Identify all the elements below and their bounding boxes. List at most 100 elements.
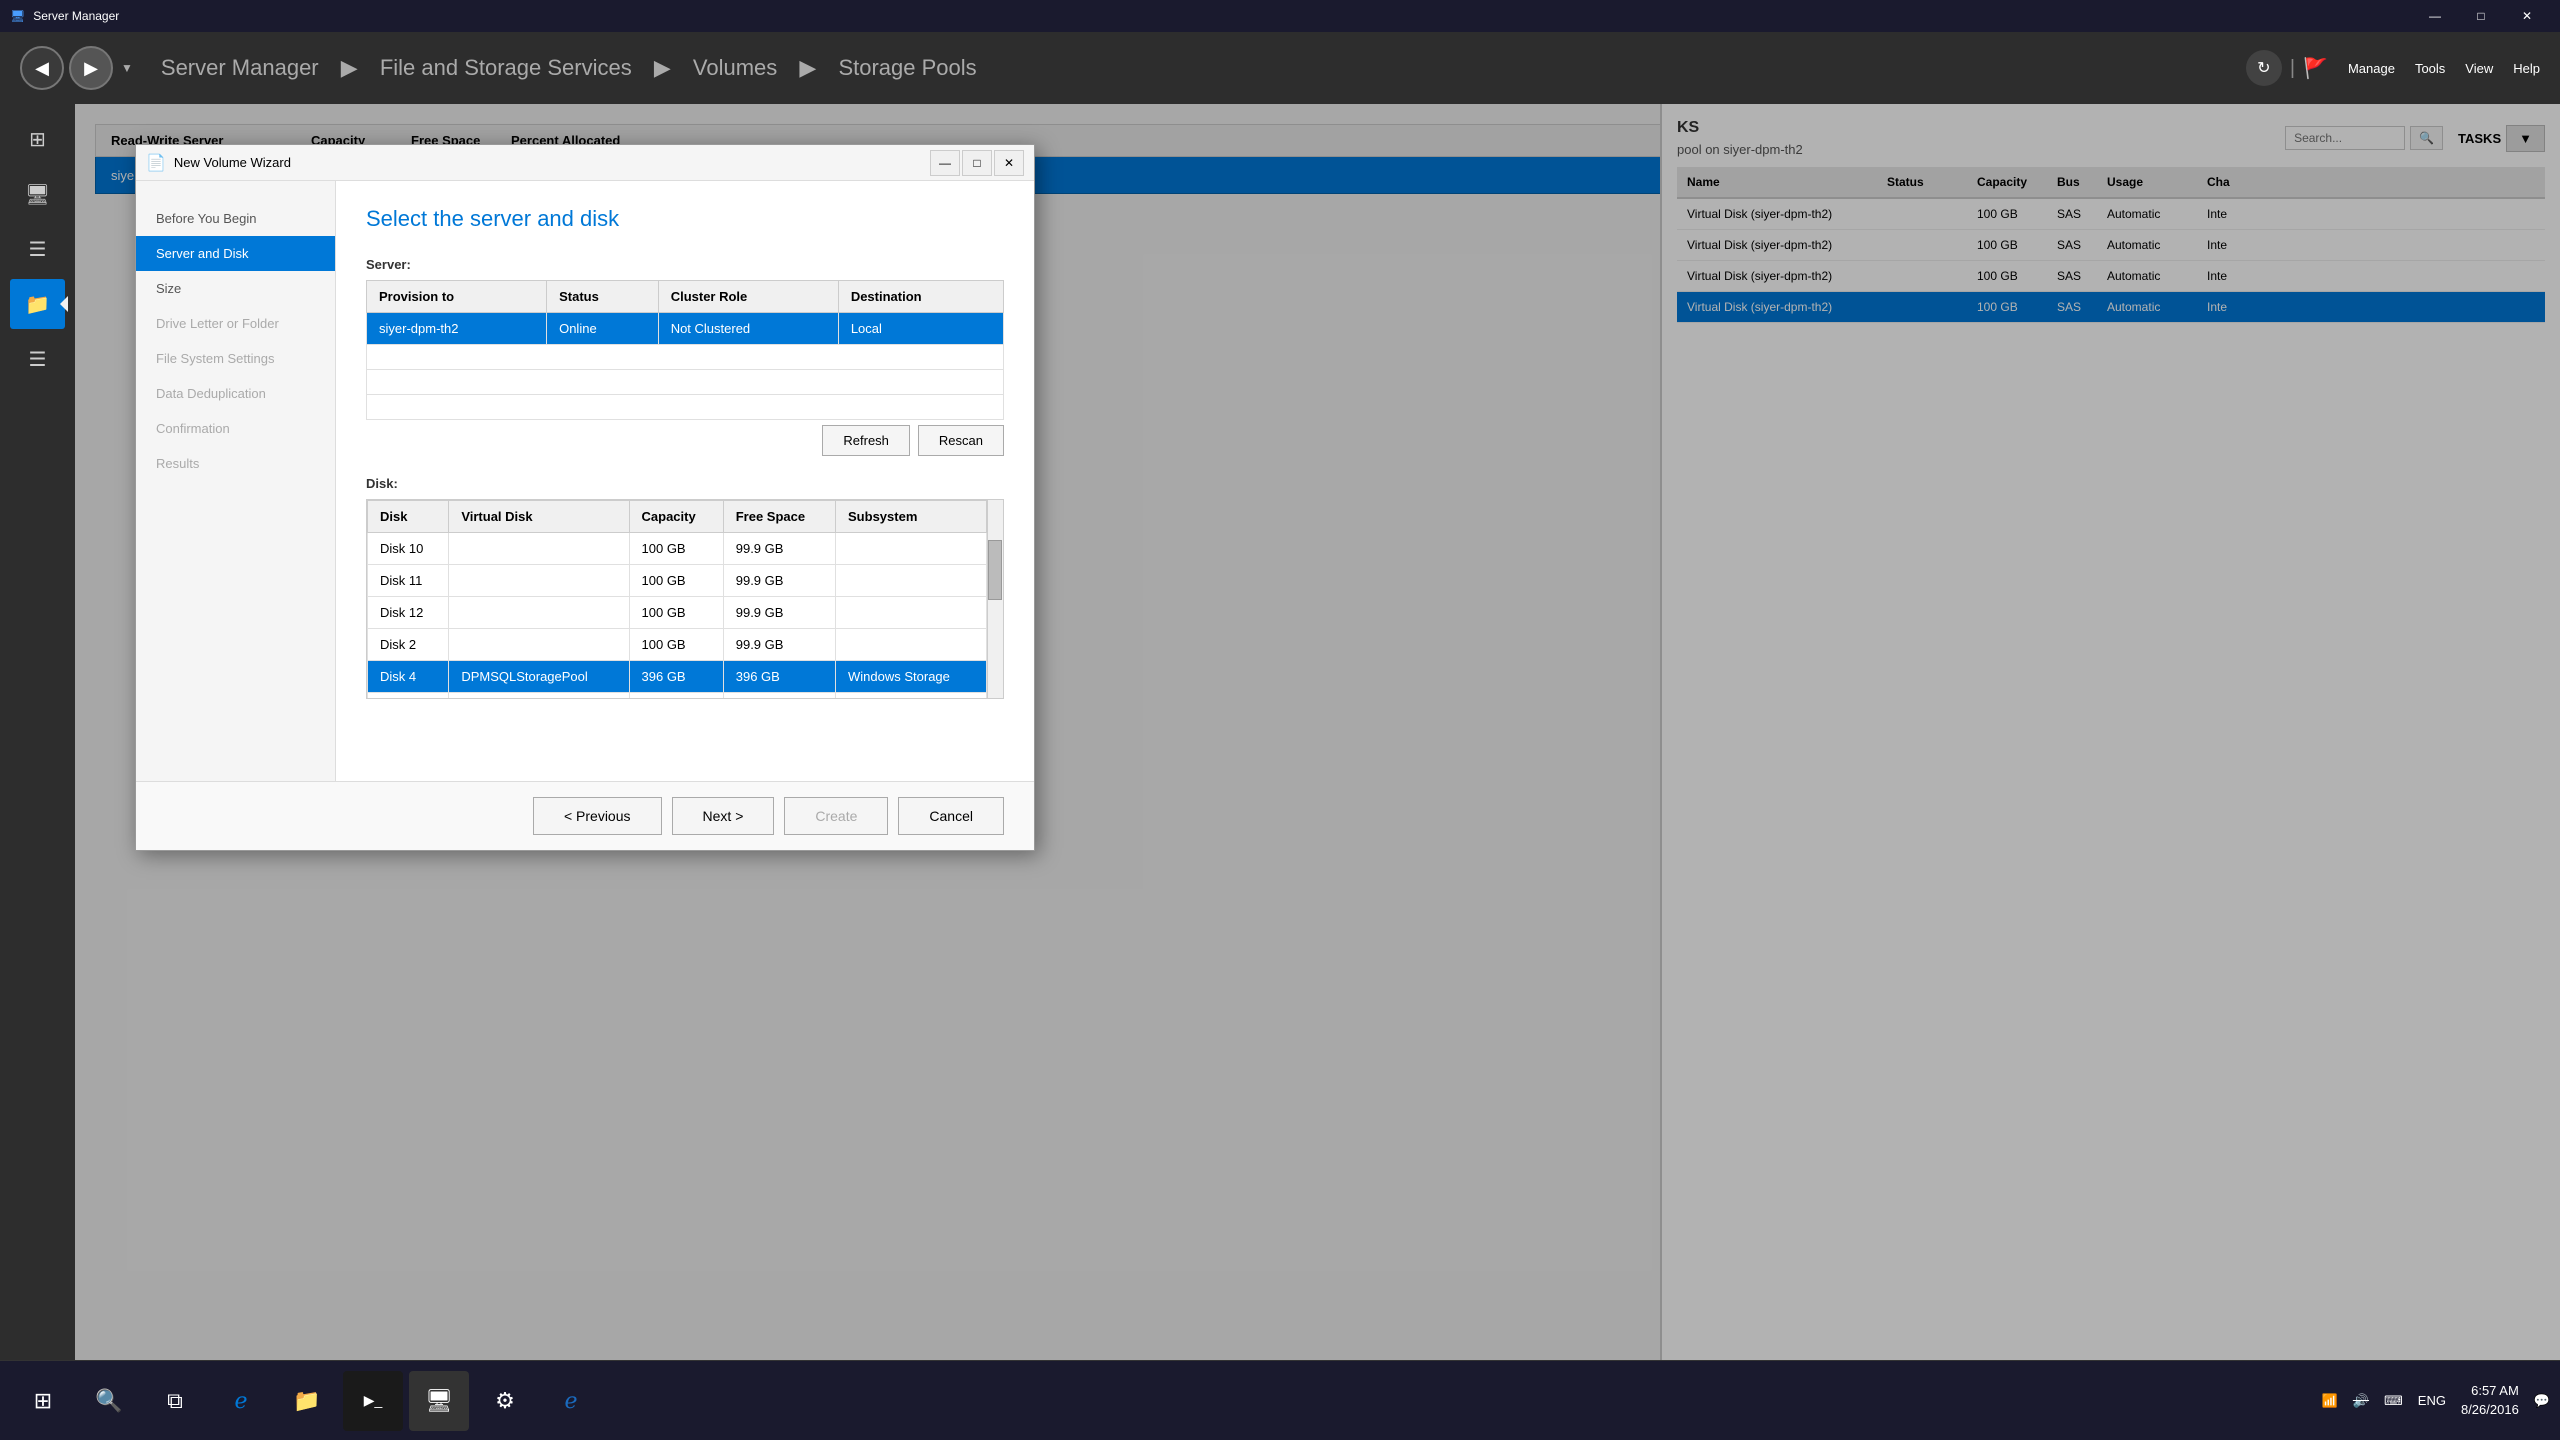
title-bar-icon: 🖥 <box>10 9 25 23</box>
server-destination-cell: Local <box>838 313 1003 345</box>
nav-deduplication: Data Deduplication <box>136 376 335 411</box>
server-th-destination: Destination <box>838 281 1003 313</box>
nav-before-you-begin[interactable]: Before You Begin <box>136 201 335 236</box>
search-button[interactable]: 🔍 <box>79 1371 139 1431</box>
dialog-minimize[interactable]: — <box>930 150 960 176</box>
server-manager-taskbar[interactable]: 🖥 <box>409 1371 469 1431</box>
dialog-nav: Before You Begin Server and Disk Size Dr… <box>136 181 336 781</box>
server-cluster-cell: Not Clustered <box>658 313 838 345</box>
main-content: Read-Write Server Capacity Free Space Pe… <box>75 104 2560 1360</box>
taskbar-time[interactable]: 6:57 AM 8/26/2016 <box>2461 1382 2519 1418</box>
dialog-maximize[interactable]: □ <box>962 150 992 176</box>
rescan-button[interactable]: Rescan <box>918 425 1004 456</box>
nav-file-system: File System Settings <box>136 341 335 376</box>
dialog-content: Select the server and disk Server: Provi… <box>336 181 1034 781</box>
disk-row-4-selected[interactable]: Disk 4 DPMSQLStoragePool 396 GB 396 GB W… <box>368 661 987 693</box>
server-provision-cell: siyer-dpm-th2 <box>367 313 547 345</box>
nav-buttons: ◀ ▶ ▼ <box>20 46 133 90</box>
edge-button[interactable]: ℯ <box>211 1371 271 1431</box>
sidebar-item-all-servers[interactable]: ☰ <box>10 224 65 274</box>
server-action-row: Refresh Rescan <box>366 425 1004 456</box>
nav-results: Results <box>136 446 335 481</box>
title-bar-text: Server Manager <box>33 9 119 23</box>
scrollbar-thumb[interactable] <box>988 540 1002 600</box>
task-view-button[interactable]: ⧉ <box>145 1371 205 1431</box>
disk-th-subsystem: Subsystem <box>836 501 987 533</box>
network-icon: 📶 <box>2322 1393 2338 1409</box>
disk-list-container: Disk Virtual Disk Capacity Free Space Su… <box>366 499 1004 699</box>
dialog-new-volume-wizard: 📄 New Volume Wizard — □ ✕ Before You Beg… <box>135 144 1035 851</box>
server-section-label: Server: <box>366 257 1004 272</box>
disk-th-capacity: Capacity <box>629 501 723 533</box>
server-row-empty-3 <box>367 395 1004 420</box>
maximize-button[interactable]: □ <box>2458 0 2504 32</box>
disk-list-scrollbar[interactable] <box>987 500 1003 698</box>
volume-icon: 🔊 <box>2353 1393 2369 1409</box>
disk-section-label: Disk: <box>366 476 1004 491</box>
server-row-1[interactable]: siyer-dpm-th2 Online Not Clustered Local <box>367 313 1004 345</box>
header-buttons: ↻ | 🚩 Manage Tools View Help <box>2246 50 2540 86</box>
disk-th-free: Free Space <box>723 501 835 533</box>
manage-menu[interactable]: Manage <box>2348 61 2395 76</box>
explorer-button[interactable]: 📁 <box>277 1371 337 1431</box>
create-button: Create <box>784 797 888 835</box>
server-th-provision: Provision to <box>367 281 547 313</box>
taskbar: ⊞ 🔍 ⧉ ℯ 📁 ▶_ 🖥 ⚙ ℯ 📶 🔊 ⌨ ENG 6:57 AM 8/2… <box>0 1360 2560 1440</box>
active-indicator <box>60 296 68 312</box>
previous-button[interactable]: < Previous <box>533 797 662 835</box>
disk-row-9[interactable]: Disk 9 100 GB 99.9 GB <box>368 693 987 700</box>
nav-dropdown[interactable]: ▼ <box>121 61 133 75</box>
server-status-cell: Online <box>547 313 659 345</box>
minimize-button[interactable]: — <box>2412 0 2458 32</box>
server-row-empty-2 <box>367 370 1004 395</box>
sidebar: ⊞ 🖥 ☰ 📁 ☰ <box>0 104 75 1360</box>
title-bar-controls: — □ ✕ <box>2412 0 2550 32</box>
nav-size[interactable]: Size <box>136 271 335 306</box>
tools-menu[interactable]: Tools <box>2415 61 2445 76</box>
dialog-body: Before You Begin Server and Disk Size Dr… <box>136 181 1034 781</box>
disk-row-11[interactable]: Disk 11 100 GB 99.9 GB <box>368 565 987 597</box>
help-menu[interactable]: Help <box>2513 61 2540 76</box>
sidebar-item-storage[interactable]: ☰ <box>10 334 65 384</box>
title-bar: 🖥 Server Manager — □ ✕ <box>0 0 2560 32</box>
server-row-empty-1 <box>367 345 1004 370</box>
dialog-titlebar: 📄 New Volume Wizard — □ ✕ <box>136 145 1034 181</box>
dialog-window-controls: — □ ✕ <box>930 150 1024 176</box>
sm-header: ◀ ▶ ▼ Server Manager ▶ File and Storage … <box>0 32 2560 104</box>
lang-indicator: ENG <box>2418 1393 2446 1408</box>
disk-row-2[interactable]: Disk 2 100 GB 99.9 GB <box>368 629 987 661</box>
sidebar-item-dashboard[interactable]: ⊞ <box>10 114 65 164</box>
close-button[interactable]: ✕ <box>2504 0 2550 32</box>
ie-taskbar[interactable]: ℯ <box>541 1371 601 1431</box>
refresh-button[interactable]: Refresh <box>822 425 910 456</box>
dialog-heading: Select the server and disk <box>366 206 1004 232</box>
view-menu[interactable]: View <box>2465 61 2493 76</box>
forward-button[interactable]: ▶ <box>69 46 113 90</box>
nav-server-and-disk[interactable]: Server and Disk <box>136 236 335 271</box>
sidebar-item-file-storage[interactable]: 📁 <box>10 279 65 329</box>
disk-table-header-row: Disk Virtual Disk Capacity Free Space Su… <box>368 501 987 533</box>
start-button[interactable]: ⊞ <box>13 1371 73 1431</box>
back-button[interactable]: ◀ <box>20 46 64 90</box>
dialog-overlay: 📄 New Volume Wizard — □ ✕ Before You Beg… <box>75 104 2560 1360</box>
next-button[interactable]: Next > <box>672 797 775 835</box>
cancel-button[interactable]: Cancel <box>898 797 1004 835</box>
settings-taskbar[interactable]: ⚙ <box>475 1371 535 1431</box>
disk-row-10[interactable]: Disk 10 100 GB 99.9 GB <box>368 533 987 565</box>
dialog-footer: < Previous Next > Create Cancel <box>136 781 1034 850</box>
disk-list-table: Disk Virtual Disk Capacity Free Space Su… <box>367 500 987 699</box>
nav-confirmation: Confirmation <box>136 411 335 446</box>
sidebar-item-local-server[interactable]: 🖥 <box>10 169 65 219</box>
server-table: Provision to Status Cluster Role Destina… <box>366 280 1004 420</box>
cmd-button[interactable]: ▶_ <box>343 1371 403 1431</box>
dialog-icon: 📄 <box>146 153 166 173</box>
dialog-close[interactable]: ✕ <box>994 150 1024 176</box>
taskbar-system: 📶 🔊 ⌨ ENG 6:57 AM 8/26/2016 💬 <box>2322 1382 2550 1418</box>
disk-th-disk: Disk <box>368 501 449 533</box>
disk-th-virtual: Virtual Disk <box>449 501 629 533</box>
notification-icon[interactable]: 💬 <box>2534 1393 2550 1409</box>
nav-drive-letter: Drive Letter or Folder <box>136 306 335 341</box>
disk-row-12[interactable]: Disk 12 100 GB 99.9 GB <box>368 597 987 629</box>
server-th-status: Status <box>547 281 659 313</box>
refresh-button[interactable]: ↻ <box>2246 50 2282 86</box>
